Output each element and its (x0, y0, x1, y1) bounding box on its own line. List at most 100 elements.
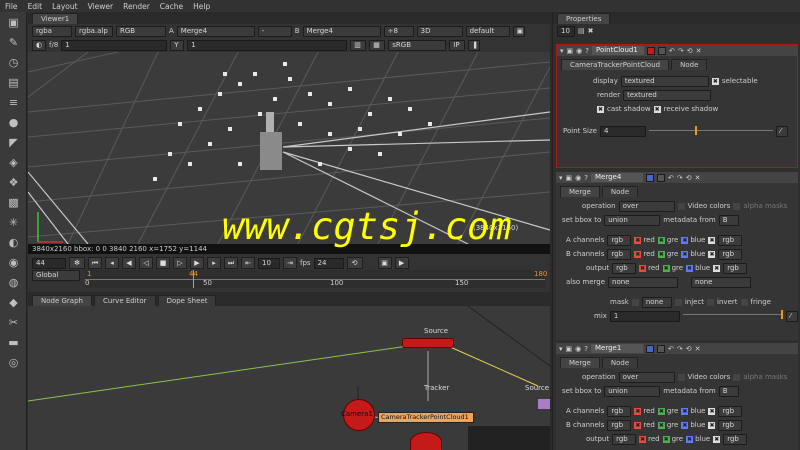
lock-icon[interactable]: ▣ (512, 25, 525, 37)
tab-node[interactable]: Node (601, 357, 639, 368)
lock-panels-icon[interactable]: ▤ (578, 27, 585, 35)
video-colors-checkbox[interactable] (677, 373, 685, 381)
gain-field[interactable]: 1 (61, 39, 168, 51)
close-icon[interactable]: ✕ (696, 47, 702, 55)
scope-dropdown[interactable]: Global (32, 270, 80, 281)
out-blue-checkbox[interactable]: ✖ (686, 435, 694, 443)
b-alpha-checkbox[interactable]: ✖ (708, 421, 716, 429)
pause-icon[interactable]: ❚ (468, 39, 481, 51)
play-back-icon[interactable]: ◁ (139, 257, 153, 269)
bbox-dropdown[interactable]: union (604, 214, 661, 226)
a-input-dropdown[interactable]: Merge4 (176, 25, 255, 37)
undo-icon[interactable]: ↶ (669, 47, 675, 55)
b-blue-checkbox[interactable]: ✖ (681, 250, 689, 258)
float-icon[interactable]: ▣ (567, 47, 574, 55)
fringe-checkbox[interactable] (740, 298, 748, 306)
loop-icon[interactable]: ⟲ (346, 257, 363, 269)
close-all-icon[interactable]: ✖ (588, 27, 594, 35)
b-green-checkbox[interactable]: ✖ (657, 250, 665, 258)
alpha-dropdown[interactable]: rgba.alp (75, 25, 113, 37)
histogram-icon[interactable]: ▦ (369, 39, 386, 51)
help-icon[interactable]: ? (584, 345, 588, 353)
invert-checkbox[interactable] (707, 298, 715, 306)
float-icon[interactable]: ▣ (566, 345, 573, 353)
other-icon[interactable]: ▬ (0, 332, 27, 352)
input-process-toggle[interactable]: IP (449, 39, 466, 51)
menu-help[interactable]: Help (193, 2, 210, 11)
gear-icon[interactable]: ✻ (69, 257, 85, 269)
last-frame-icon[interactable]: ⏭ (224, 257, 238, 269)
display-dropdown[interactable]: textured (620, 75, 709, 87)
menu-edit[interactable]: Edit (28, 2, 43, 11)
metadata-dropdown[interactable]: B (718, 385, 739, 397)
close-icon[interactable]: ✕ (695, 174, 701, 182)
stop-icon[interactable]: ■ (156, 257, 170, 269)
skip-back-icon[interactable]: ⇤ (241, 257, 255, 269)
redo-icon[interactable]: ↷ (678, 47, 684, 55)
mask-checkbox[interactable] (631, 298, 639, 306)
exposure-icon[interactable]: ◐ (32, 39, 46, 51)
b-red-checkbox[interactable]: ✖ (634, 421, 642, 429)
point-size-slider[interactable] (648, 125, 773, 137)
view-mode-dropdown[interactable]: 3D (416, 25, 463, 37)
b-alpha-checkbox[interactable]: ✖ (708, 250, 716, 258)
a-alpha-checkbox[interactable]: ✖ (708, 236, 716, 244)
redo-icon[interactable]: ↷ (677, 174, 683, 182)
gamma-field[interactable]: 1 (187, 39, 348, 51)
mix-slider[interactable] (682, 310, 783, 322)
alpha-masks-checkbox[interactable] (733, 373, 741, 381)
a-alpha-dropdown[interactable]: rgb (718, 405, 743, 417)
a-blue-checkbox[interactable]: ✖ (681, 407, 689, 415)
render-dropdown[interactable]: textured (623, 89, 712, 101)
metadata-icon[interactable]: ◍ (0, 272, 27, 292)
colorspace-dropdown[interactable]: RGB (116, 25, 166, 37)
node-color-swatch[interactable] (645, 173, 654, 182)
flipbook-icon[interactable]: ▣ (377, 257, 392, 269)
step-field[interactable]: 10 (258, 257, 280, 269)
node-color-swatch[interactable] (645, 344, 654, 353)
composite-dropdown[interactable]: - (257, 25, 292, 37)
mix-slider-handle[interactable] (780, 310, 783, 319)
viewer-icon[interactable]: ◉ (575, 174, 581, 182)
tab-dope-sheet[interactable]: Dope Sheet (157, 295, 217, 306)
inject-checkbox[interactable] (674, 298, 682, 306)
gl-color-swatch[interactable] (657, 46, 666, 55)
out-green-checkbox[interactable]: ✖ (662, 264, 670, 272)
b-input-dropdown[interactable]: Merge4 (302, 25, 381, 37)
node-name-field[interactable]: Merge1 (590, 344, 643, 353)
tab-curve-editor[interactable]: Curve Editor (93, 295, 156, 306)
tag-icon[interactable]: ◆ (0, 292, 27, 312)
deep-icon[interactable]: ◐ (0, 232, 27, 252)
a-channels-dropdown[interactable]: rgb (607, 405, 632, 417)
video-colors-checkbox[interactable] (677, 202, 685, 210)
timeline-ruler[interactable]: 0 50 100 150 1 180 44 (85, 270, 547, 288)
bbox-dropdown[interactable]: union (604, 385, 661, 397)
point-size-field[interactable]: 4 (599, 125, 646, 137)
close-icon[interactable]: ✕ (695, 345, 701, 353)
first-frame-icon[interactable]: ⏮ (88, 257, 102, 269)
b-red-checkbox[interactable]: ✖ (634, 250, 642, 258)
channels-dropdown[interactable]: rgba (32, 25, 72, 37)
alpha-masks-checkbox[interactable] (733, 202, 741, 210)
b-channels-dropdown[interactable]: rgb (607, 419, 632, 431)
revert-icon[interactable]: ⟲ (687, 47, 693, 55)
output-dropdown[interactable]: rgb (612, 262, 637, 274)
b-channels-dropdown[interactable]: rgb (607, 248, 632, 260)
float-icon[interactable]: ▣ (566, 174, 573, 182)
out-blue-checkbox[interactable]: ✖ (686, 264, 694, 272)
node-pointcloud[interactable]: CameraTrackerPointCloud1 (378, 412, 474, 423)
out-alpha-dropdown[interactable]: rgb (723, 262, 748, 274)
a-alpha-dropdown[interactable]: rgb (718, 234, 743, 246)
mix-field[interactable]: 1 (609, 310, 680, 322)
out-alpha-checkbox[interactable]: ✖ (713, 264, 721, 272)
collapse-icon[interactable]: ▾ (560, 47, 564, 55)
curve-icon[interactable]: ⁄ (785, 310, 798, 322)
node-source[interactable] (402, 338, 454, 348)
a-blue-checkbox[interactable]: ✖ (681, 236, 689, 244)
fps-field[interactable]: 24 (313, 257, 344, 269)
b-blue-checkbox[interactable]: ✖ (681, 421, 689, 429)
undo-icon[interactable]: ↶ (668, 345, 674, 353)
tab-node[interactable]: Node (601, 186, 639, 197)
a-channels-dropdown[interactable]: rgb (607, 234, 632, 246)
tools-icon[interactable]: ✂ (0, 312, 27, 332)
